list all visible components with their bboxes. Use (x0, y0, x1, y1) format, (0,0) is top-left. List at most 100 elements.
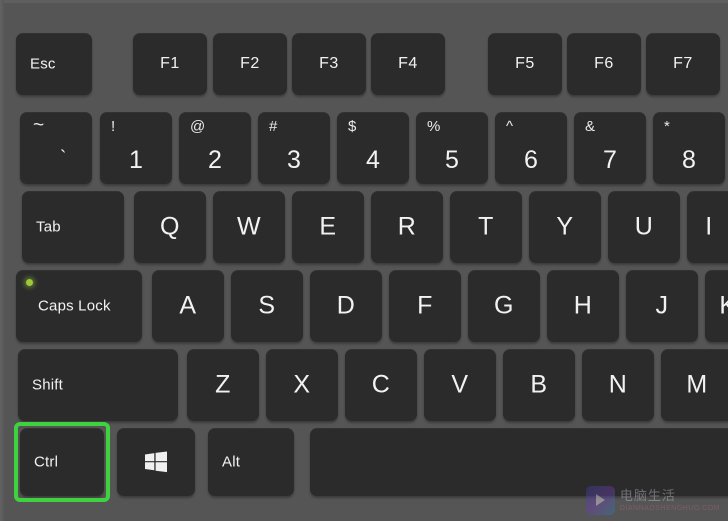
keyboard-screenshot: Esc F1 F2 F3 F4 F5 F6 F7 ~ ` ! 1 @ 2 # 3… (0, 0, 728, 521)
key-7[interactable]: & 7 (574, 112, 646, 184)
key-f7[interactable]: F7 (646, 33, 720, 95)
key-j[interactable]: J (626, 270, 698, 342)
key-f2[interactable]: F2 (213, 33, 287, 95)
key-w-label: W (236, 212, 262, 241)
key-a-label: A (179, 291, 197, 320)
key-2-label: 2 (208, 146, 222, 174)
key-esc-label: Esc (30, 55, 56, 73)
key-f6[interactable]: F6 (567, 33, 641, 95)
key-n-label: N (608, 370, 628, 399)
key-x[interactable]: X (266, 349, 338, 421)
key-d[interactable]: D (310, 270, 382, 342)
key-h-label: H (573, 291, 593, 320)
key-h[interactable]: H (547, 270, 619, 342)
key-2[interactable]: @ 2 (179, 112, 251, 184)
key-1-shifted-label: ! (111, 118, 116, 135)
key-w[interactable]: W (213, 191, 285, 263)
caps-lock-led-icon (26, 279, 33, 286)
key-b-label: B (530, 370, 548, 399)
key-backtick-shifted-label: ~ (33, 115, 45, 136)
key-y[interactable]: Y (529, 191, 601, 263)
key-3[interactable]: # 3 (258, 112, 330, 184)
key-6[interactable]: ^ 6 (495, 112, 567, 184)
key-r-label: R (397, 212, 417, 241)
key-f1[interactable]: F1 (133, 33, 207, 95)
key-t[interactable]: T (450, 191, 522, 263)
key-x-label: X (293, 370, 311, 399)
key-8[interactable]: * 8 (653, 112, 725, 184)
windows-logo-icon (145, 451, 167, 473)
key-e-label: E (319, 212, 337, 241)
watermark-chinese-text: 电脑生活 (619, 488, 676, 503)
key-f3[interactable]: F3 (292, 33, 366, 95)
chassis-top-edge (0, 0, 728, 3)
key-q[interactable]: Q (134, 191, 206, 263)
key-esc[interactable]: Esc (16, 33, 92, 95)
key-u[interactable]: U (608, 191, 680, 263)
key-8-label: 8 (682, 146, 696, 174)
key-f-label: F (417, 291, 433, 320)
key-6-label: 6 (524, 146, 538, 174)
key-f5[interactable]: F5 (488, 33, 562, 95)
key-d-label: D (336, 291, 356, 320)
key-z[interactable]: Z (187, 349, 259, 421)
key-g[interactable]: G (468, 270, 540, 342)
key-caps-lock[interactable]: Caps Lock (16, 270, 142, 342)
key-t-label: T (478, 212, 494, 241)
key-b[interactable]: B (503, 349, 575, 421)
key-alt-label: Alt (222, 453, 241, 471)
key-k[interactable]: K (705, 270, 728, 342)
key-tab[interactable]: Tab (22, 191, 124, 263)
key-1-label: 1 (129, 146, 143, 174)
key-s[interactable]: S (231, 270, 303, 342)
key-j-label: J (655, 291, 669, 320)
key-n[interactable]: N (582, 349, 654, 421)
key-i-label: I (705, 212, 713, 241)
key-f4-label: F4 (398, 55, 418, 72)
key-7-shifted-label: & (585, 118, 596, 135)
key-caps-lock-label: Caps Lock (38, 297, 111, 315)
key-c-label: C (371, 370, 391, 399)
key-f7-label: F7 (673, 55, 693, 72)
key-6-shifted-label: ^ (506, 118, 514, 135)
watermark-latin-text: DIANNAOSHENGHUO.COM (619, 505, 720, 512)
key-4-label: 4 (366, 146, 380, 174)
key-v[interactable]: V (424, 349, 496, 421)
key-5[interactable]: % 5 (416, 112, 488, 184)
key-s-label: S (258, 291, 276, 320)
key-f1-label: F1 (160, 55, 180, 72)
key-shift[interactable]: Shift (18, 349, 178, 421)
key-5-label: 5 (445, 146, 459, 174)
key-z-label: Z (215, 370, 231, 399)
key-4[interactable]: $ 4 (337, 112, 409, 184)
key-7-label: 7 (603, 146, 617, 174)
key-shift-label: Shift (32, 376, 64, 394)
key-ctrl-label: Ctrl (34, 453, 59, 471)
key-4-shifted-label: $ (348, 118, 357, 135)
key-f[interactable]: F (389, 270, 461, 342)
watermark-logo-icon (585, 486, 615, 515)
key-3-label: 3 (287, 146, 301, 174)
key-v-label: V (451, 370, 469, 399)
key-ctrl[interactable]: Ctrl (20, 428, 104, 496)
key-backtick[interactable]: ~ ` (20, 112, 92, 184)
key-m-label: M (686, 370, 708, 399)
key-3-shifted-label: # (269, 118, 278, 135)
key-c[interactable]: C (345, 349, 417, 421)
key-backtick-label: ` (60, 148, 67, 169)
key-windows[interactable] (117, 428, 195, 496)
key-f4[interactable]: F4 (371, 33, 445, 95)
key-1[interactable]: ! 1 (100, 112, 172, 184)
key-r[interactable]: R (371, 191, 443, 263)
key-m[interactable]: M (661, 349, 728, 421)
key-f3-label: F3 (319, 55, 339, 72)
key-q-label: Q (160, 212, 180, 241)
key-i[interactable]: I (687, 191, 728, 263)
key-8-shifted-label: * (664, 118, 670, 135)
key-y-label: Y (556, 212, 574, 241)
key-alt[interactable]: Alt (208, 428, 294, 496)
key-k-label: K (705, 293, 728, 319)
key-a[interactable]: A (152, 270, 224, 342)
key-2-shifted-label: @ (190, 118, 206, 135)
key-e[interactable]: E (292, 191, 364, 263)
